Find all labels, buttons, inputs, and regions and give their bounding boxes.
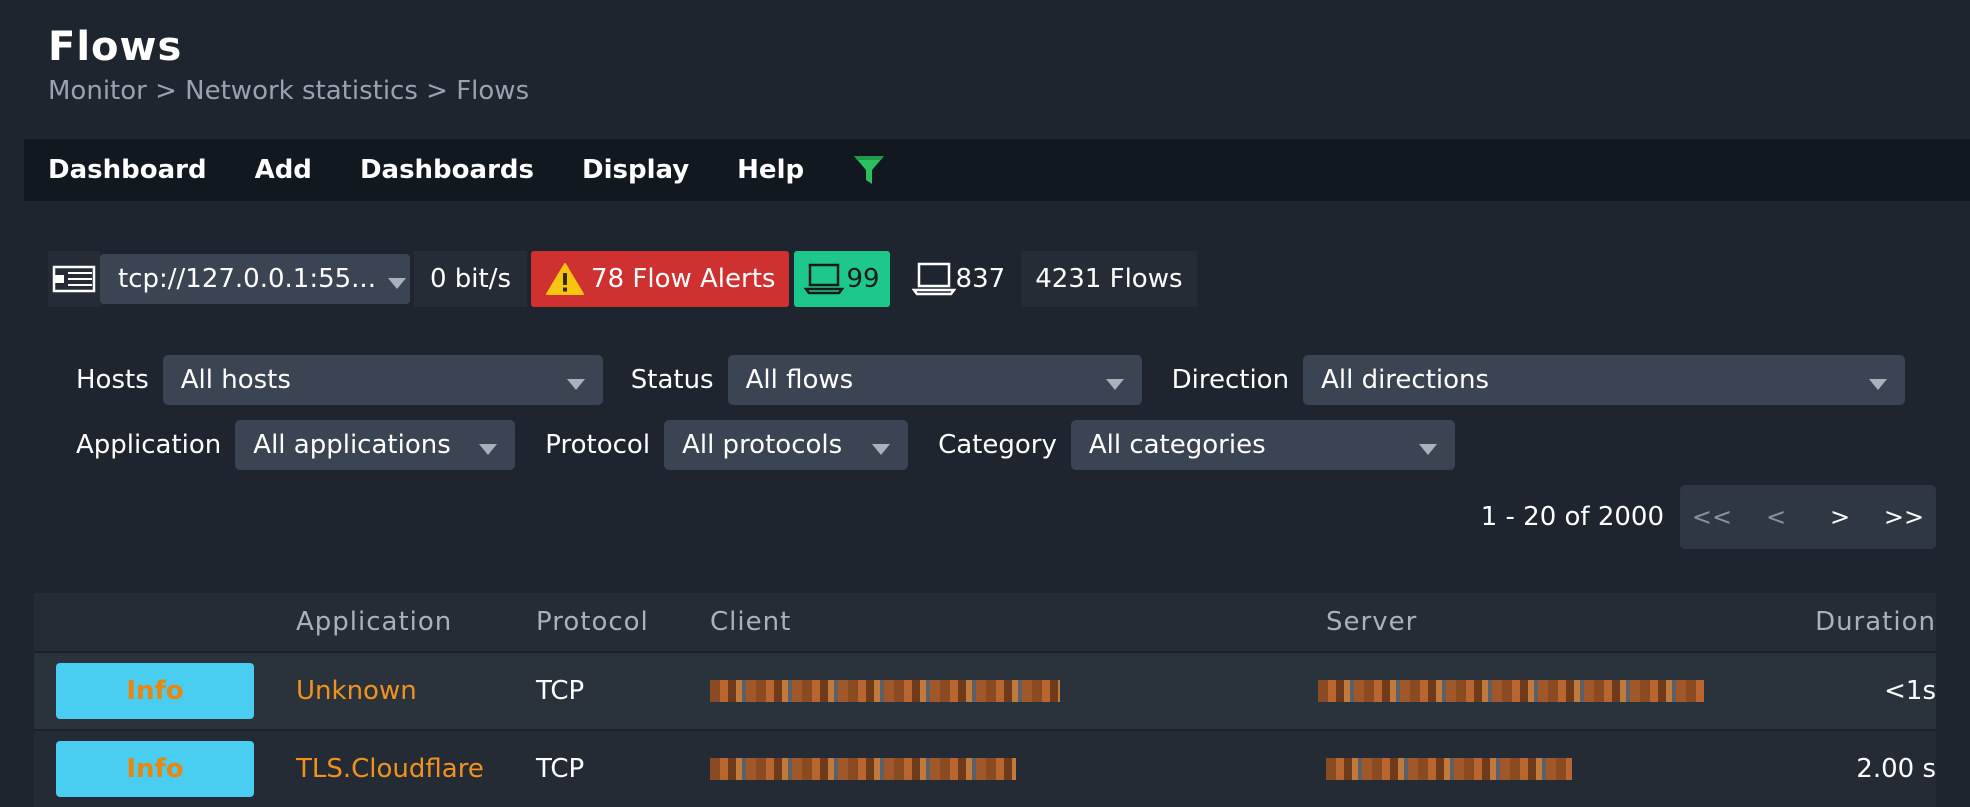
row-application-link[interactable]: Unknown	[296, 676, 536, 706]
protocol-filter-label: Protocol	[545, 430, 651, 460]
hosts-filter-select[interactable]: All hosts	[162, 355, 603, 405]
direction-filter-label: Direction	[1171, 365, 1290, 395]
table-header: Application Protocol Client Server Durat…	[34, 593, 1936, 651]
protocol-filter-value: All protocols	[682, 430, 843, 460]
last-page-button[interactable]: >>	[1872, 503, 1936, 531]
chevron-down-icon	[479, 443, 498, 455]
row-client[interactable]	[710, 680, 1326, 702]
filter-row-2: Application All applications Protocol Al…	[76, 420, 1455, 470]
direction-filter-value: All directions	[1321, 365, 1490, 395]
menu-dashboard[interactable]: Dashboard	[48, 155, 207, 185]
status-filter-value: All flows	[745, 365, 854, 395]
page-title: Flows	[48, 24, 183, 70]
interface-select-value: tcp://127.0.0.1:55...	[118, 264, 376, 294]
hosts-filter-value: All hosts	[180, 365, 291, 395]
flows-table: Application Protocol Client Server Durat…	[34, 593, 1936, 807]
filter-row-1: Hosts All hosts Status All flows Directi…	[76, 355, 1906, 405]
info-button[interactable]: Info	[56, 663, 254, 719]
chevron-down-icon	[1105, 378, 1124, 390]
flows-badge[interactable]: 4231 Flows	[1021, 251, 1197, 307]
pager: << < > >>	[1680, 485, 1936, 549]
menu-bar: Dashboard Add Dashboards Display Help	[24, 139, 1970, 201]
ethernet-port-icon	[48, 251, 100, 307]
application-filter-value: All applications	[253, 430, 451, 460]
row-info-cell: Info	[34, 663, 296, 719]
row-client[interactable]	[710, 758, 1326, 780]
active-hosts-count: 99	[846, 264, 880, 294]
first-page-button[interactable]: <<	[1680, 503, 1744, 531]
breadcrumb-separator: >	[426, 76, 448, 106]
throughput-value: 0 bit/s	[430, 264, 512, 294]
hosts-count: 837	[955, 264, 1006, 294]
menu-help[interactable]: Help	[737, 155, 804, 185]
previous-page-button[interactable]: <	[1744, 503, 1808, 531]
next-page-button[interactable]: >	[1808, 503, 1872, 531]
redacted-client-address	[710, 680, 1060, 702]
filter-icon[interactable]	[852, 153, 886, 187]
direction-filter-select[interactable]: All directions	[1303, 355, 1906, 405]
chevron-down-icon	[1418, 443, 1437, 455]
laptop-icon	[911, 262, 956, 296]
stats-row: tcp://127.0.0.1:55... 0 bit/s 78 Flow Al…	[48, 250, 1197, 308]
application-filter-select[interactable]: All applications	[235, 420, 516, 470]
breadcrumb-monitor[interactable]: Monitor	[48, 76, 147, 106]
status-filter-label: Status	[630, 365, 714, 395]
pagination-info: 1 - 20 of 2000	[1480, 502, 1664, 532]
row-protocol: TCP	[536, 754, 585, 784]
flow-alerts-label: 78 Flow Alerts	[591, 264, 776, 294]
redacted-client-address	[710, 758, 1016, 780]
throughput-badge: 0 bit/s	[414, 251, 528, 307]
row-duration: 2.00 s	[1856, 754, 1936, 784]
header-duration[interactable]: Duration	[1806, 607, 1936, 637]
row-protocol: TCP	[536, 676, 585, 706]
header-application[interactable]: Application	[296, 607, 536, 637]
status-filter-select[interactable]: All flows	[727, 355, 1142, 405]
table-row: Info TLS.Cloudflare TCP 2.00 s	[34, 729, 1936, 807]
application-filter-label: Application	[76, 430, 222, 460]
row-server[interactable]	[1326, 758, 1806, 780]
row-info-cell: Info	[34, 741, 296, 797]
breadcrumb-separator: >	[155, 76, 177, 106]
header-client[interactable]: Client	[710, 607, 1326, 637]
chevron-down-icon	[872, 443, 891, 455]
breadcrumb-network-statistics[interactable]: Network statistics	[185, 76, 418, 106]
flow-alerts-badge[interactable]: 78 Flow Alerts	[531, 251, 790, 307]
warning-icon	[546, 263, 585, 295]
chevron-down-icon	[1869, 378, 1888, 390]
page-header: Flows Monitor > Network statistics > Flo…	[48, 24, 529, 106]
menu-dashboards[interactable]: Dashboards	[360, 155, 534, 185]
menu-add[interactable]: Add	[255, 155, 312, 185]
chevron-down-icon	[387, 277, 406, 289]
menu-display[interactable]: Display	[582, 155, 689, 185]
redacted-server-address	[1318, 680, 1704, 702]
hosts-filter-label: Hosts	[76, 365, 149, 395]
hosts-badge[interactable]: 837	[901, 251, 1016, 307]
laptop-icon	[804, 263, 845, 295]
category-filter-select[interactable]: All categories	[1070, 420, 1455, 470]
table-row: Info Unknown TCP <1s	[34, 651, 1936, 729]
interface-select[interactable]: tcp://127.0.0.1:55...	[100, 254, 410, 304]
redacted-server-address	[1326, 758, 1572, 780]
header-protocol[interactable]: Protocol	[536, 607, 710, 637]
info-button[interactable]: Info	[56, 741, 254, 797]
breadcrumb: Monitor > Network statistics > Flows	[48, 76, 529, 106]
row-server[interactable]	[1318, 680, 1806, 702]
row-duration: <1s	[1884, 676, 1936, 706]
active-hosts-badge[interactable]: 99	[794, 251, 890, 307]
protocol-filter-select[interactable]: All protocols	[664, 420, 909, 470]
breadcrumb-flows: Flows	[456, 76, 530, 106]
category-filter-label: Category	[938, 430, 1057, 460]
header-server[interactable]: Server	[1326, 607, 1806, 637]
pagination: 1 - 20 of 2000 << < > >>	[1481, 485, 1936, 549]
chevron-down-icon	[566, 378, 585, 390]
flows-count: 4231 Flows	[1035, 264, 1183, 294]
row-application-link[interactable]: TLS.Cloudflare	[296, 754, 536, 784]
category-filter-value: All categories	[1088, 430, 1266, 460]
